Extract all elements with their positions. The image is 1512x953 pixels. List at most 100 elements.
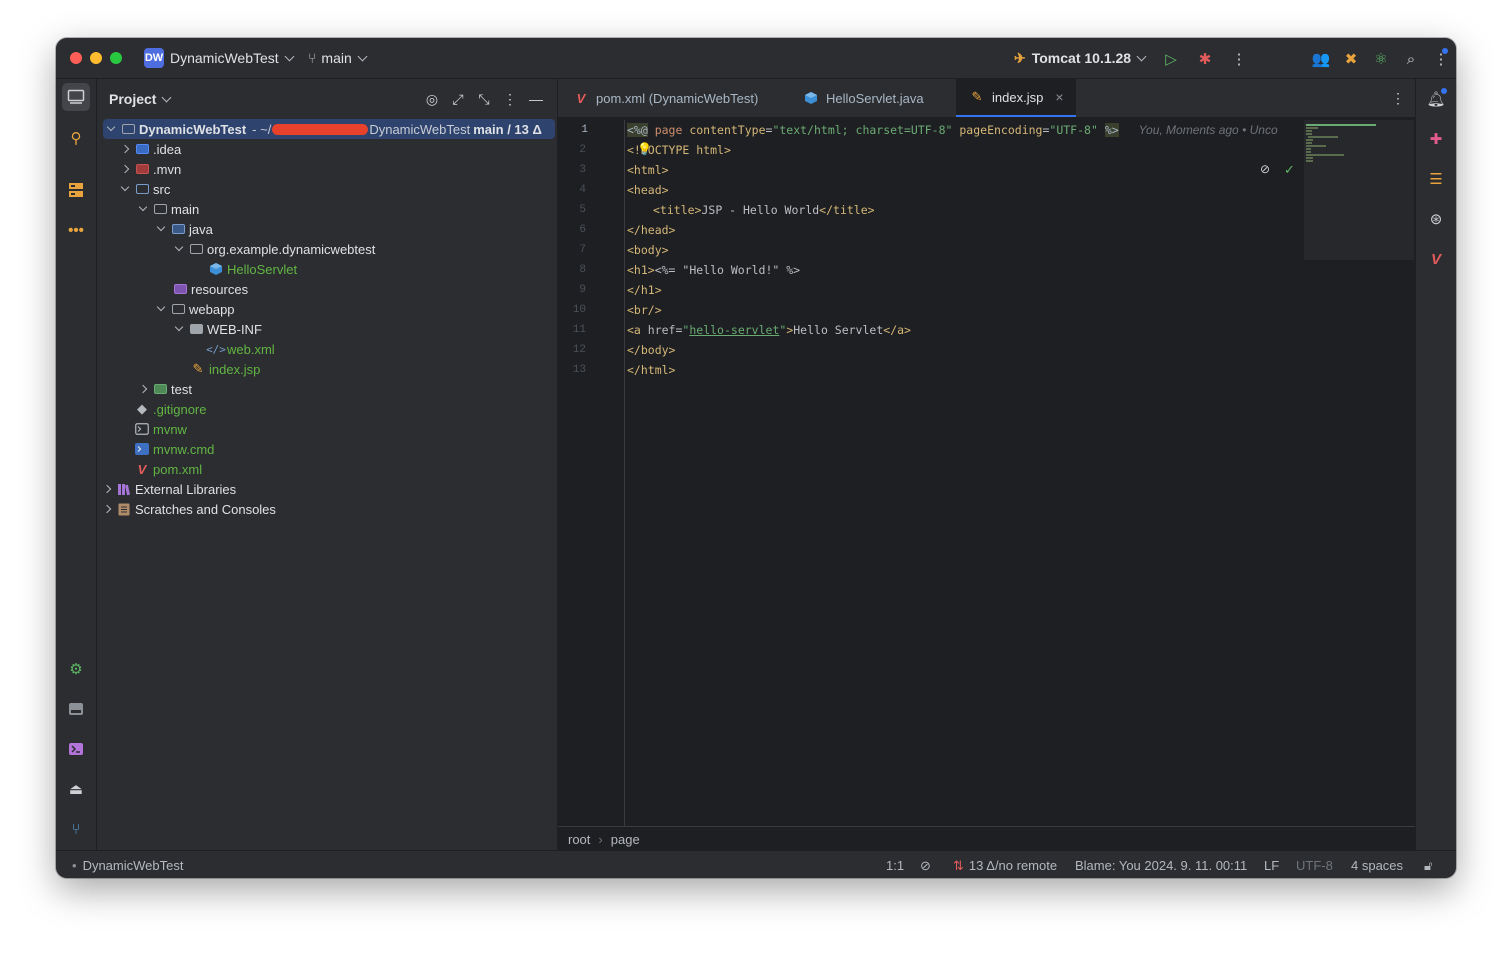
code-line-13[interactable]: </html>	[627, 360, 675, 380]
expand-all-icon[interactable]: ⤢	[448, 89, 468, 109]
line-number: 8	[579, 264, 586, 276]
maven-icon[interactable]: V	[1424, 247, 1448, 271]
terminal-icon[interactable]	[62, 735, 90, 763]
options-icon[interactable]: ⋮	[500, 89, 520, 109]
code-line-7[interactable]: <body>	[627, 240, 669, 260]
debug-icon[interactable]: ✱	[1194, 48, 1216, 70]
tree-item-label: .idea	[153, 141, 182, 157]
read-only-lock-icon[interactable]: 🔓︎	[1424, 858, 1432, 874]
tree-item-idea[interactable]: .idea	[97, 139, 577, 159]
tree-item-resources[interactable]: resources	[97, 279, 631, 299]
services-gear-icon[interactable]: ⚙	[62, 655, 90, 683]
minimize-window-button[interactable]	[90, 52, 102, 64]
close-tab-icon[interactable]: ×	[1055, 89, 1063, 105]
git-blame-info[interactable]: Blame: You 2024. 9. 11. 00:11	[1075, 858, 1247, 873]
no-problems-check-icon[interactable]: ✓	[1284, 162, 1295, 178]
chevron-down-icon[interactable]	[117, 179, 133, 199]
tree-item-main[interactable]: main	[97, 199, 595, 219]
collapse-all-icon[interactable]: ⤡	[474, 89, 494, 109]
more-tools-icon[interactable]: •••	[62, 216, 90, 244]
tab-pom-xml[interactable]: V pom.xml (DynamicWebTest)	[572, 79, 759, 117]
tree-item-mvnw-cmd[interactable]: mvnw.cmd	[97, 439, 593, 459]
tag-open: <title>	[653, 203, 702, 217]
tree-item-mvnw[interactable]: mvnw	[97, 419, 593, 439]
status-project-breadcrumb[interactable]: • DynamicWebTest	[72, 858, 183, 873]
vcs-status[interactable]: ⇅ 13 Δ/no remote	[953, 858, 1057, 874]
tab-index-jsp[interactable]: ✎ index.jsp ×	[956, 79, 1076, 117]
more-actions-icon[interactable]: ⋮	[1228, 48, 1250, 70]
file-encoding[interactable]: UTF-8	[1296, 858, 1333, 873]
code-line-4[interactable]: <head>	[627, 180, 669, 200]
run-icon[interactable]: ▷	[1160, 48, 1182, 70]
href-link[interactable]: hello-servlet	[689, 323, 779, 337]
tree-item-pom-xml[interactable]: V pom.xml	[97, 459, 593, 479]
code-line-11[interactable]: <a href="hello-servlet">Hello Servlet</a…	[627, 320, 911, 340]
copilot-icon[interactable]: ⊛	[1424, 207, 1448, 231]
tree-item-gitignore[interactable]: ◆ .gitignore	[97, 399, 593, 419]
tree-root-dynamicwebtest[interactable]: DynamicWebTest - ~/ DynamicWebTest main …	[103, 119, 555, 139]
lightbulb-icon[interactable]: 💡	[637, 142, 652, 156]
chevron-down-icon[interactable]	[153, 219, 169, 239]
indent-setting[interactable]: 4 spaces	[1351, 858, 1403, 873]
tree-item-java[interactable]: java	[97, 219, 613, 239]
close-window-button[interactable]	[70, 52, 82, 64]
tree-item-mvn[interactable]: .mvn	[97, 159, 577, 179]
chevron-down-icon[interactable]	[103, 119, 119, 139]
git-icon[interactable]: ⑂	[62, 815, 90, 843]
code-with-me-icon[interactable]: 👥	[1310, 48, 1332, 70]
locate-file-icon[interactable]: ◎	[422, 89, 442, 109]
code-line-9[interactable]: </h1>	[627, 280, 662, 300]
code-line-3[interactable]: <html>	[627, 160, 669, 180]
chevron-down-icon[interactable]	[153, 299, 169, 319]
problems-icon[interactable]: ⏏	[62, 775, 90, 803]
commit-icon[interactable]: ⚲	[62, 124, 90, 152]
chevron-down-icon[interactable]	[171, 239, 187, 259]
breadcrumb-page[interactable]: page	[611, 832, 640, 847]
tree-item-package[interactable]: org.example.dynamicwebtest	[97, 239, 631, 259]
branch-switcher[interactable]: ⑂ main	[308, 50, 368, 66]
hide-annotations-icon[interactable]: ⊘	[1260, 162, 1270, 176]
code-line-5[interactable]: <title>JSP - Hello World</title>	[627, 200, 875, 220]
tree-item-scratches[interactable]: Scratches and Consoles	[97, 499, 559, 519]
code-minimap[interactable]	[1304, 120, 1414, 260]
breadcrumb-root[interactable]: root	[568, 832, 590, 847]
ai-assistant-icon[interactable]: ⚛	[1370, 48, 1392, 70]
chevron-right-icon[interactable]	[117, 139, 133, 159]
project-view-selector[interactable]: Project	[109, 91, 172, 107]
caret-position[interactable]: 1:1	[886, 858, 904, 873]
project-view-icon[interactable]	[62, 83, 90, 111]
project-switcher[interactable]: DynamicWebTest	[170, 50, 295, 66]
tree-item-src[interactable]: src	[97, 179, 577, 199]
maximize-window-button[interactable]	[110, 52, 122, 64]
tree-item-test[interactable]: test	[97, 379, 595, 399]
database-icon[interactable]: ☰	[1424, 167, 1448, 191]
chevron-down-icon[interactable]	[171, 319, 187, 339]
build-window-icon[interactable]	[62, 695, 90, 723]
chevron-right-icon[interactable]	[117, 159, 133, 179]
chevron-down-icon[interactable]	[135, 199, 151, 219]
tools-icon[interactable]: ✖	[1340, 48, 1362, 70]
hide-panel-icon[interactable]: —	[526, 89, 546, 109]
settings-menu-icon[interactable]: ⋮	[1430, 48, 1452, 70]
tree-item-web-inf[interactable]: WEB-INF	[97, 319, 631, 339]
tree-item-external-libraries[interactable]: External Libraries	[97, 479, 559, 499]
tab-helloservlet-java[interactable]: HelloServlet.java	[802, 79, 924, 117]
chevron-right-icon[interactable]	[99, 479, 115, 499]
chevron-right-icon[interactable]	[99, 499, 115, 519]
chevron-right-icon[interactable]	[135, 379, 151, 399]
code-line-1[interactable]: <%@ page contentType="text/html; charset…	[627, 120, 1278, 140]
search-icon[interactable]: ⌕	[1400, 48, 1422, 70]
run-config-selector[interactable]: ✈ Tomcat 10.1.28	[1014, 50, 1147, 67]
code-line-6[interactable]: </head>	[627, 220, 675, 240]
inline-blame[interactable]: You, Moments ago • Unco	[1139, 123, 1278, 137]
ai-assistant-sidebar-icon[interactable]: ✚	[1424, 127, 1448, 151]
line-ending[interactable]: LF	[1264, 858, 1279, 873]
project-badge[interactable]: DW	[144, 48, 164, 68]
structure-icon[interactable]	[62, 176, 90, 204]
tab-options-icon[interactable]: ⋮	[1388, 88, 1408, 108]
code-line-8[interactable]: <h1><%= "Hello World!" %>	[627, 260, 800, 280]
code-line-10[interactable]: <br/>	[627, 300, 662, 320]
tree-item-webapp[interactable]: webapp	[97, 299, 613, 319]
hide-inlays-icon[interactable]: ⊘	[920, 858, 931, 874]
code-line-12[interactable]: </body>	[627, 340, 675, 360]
